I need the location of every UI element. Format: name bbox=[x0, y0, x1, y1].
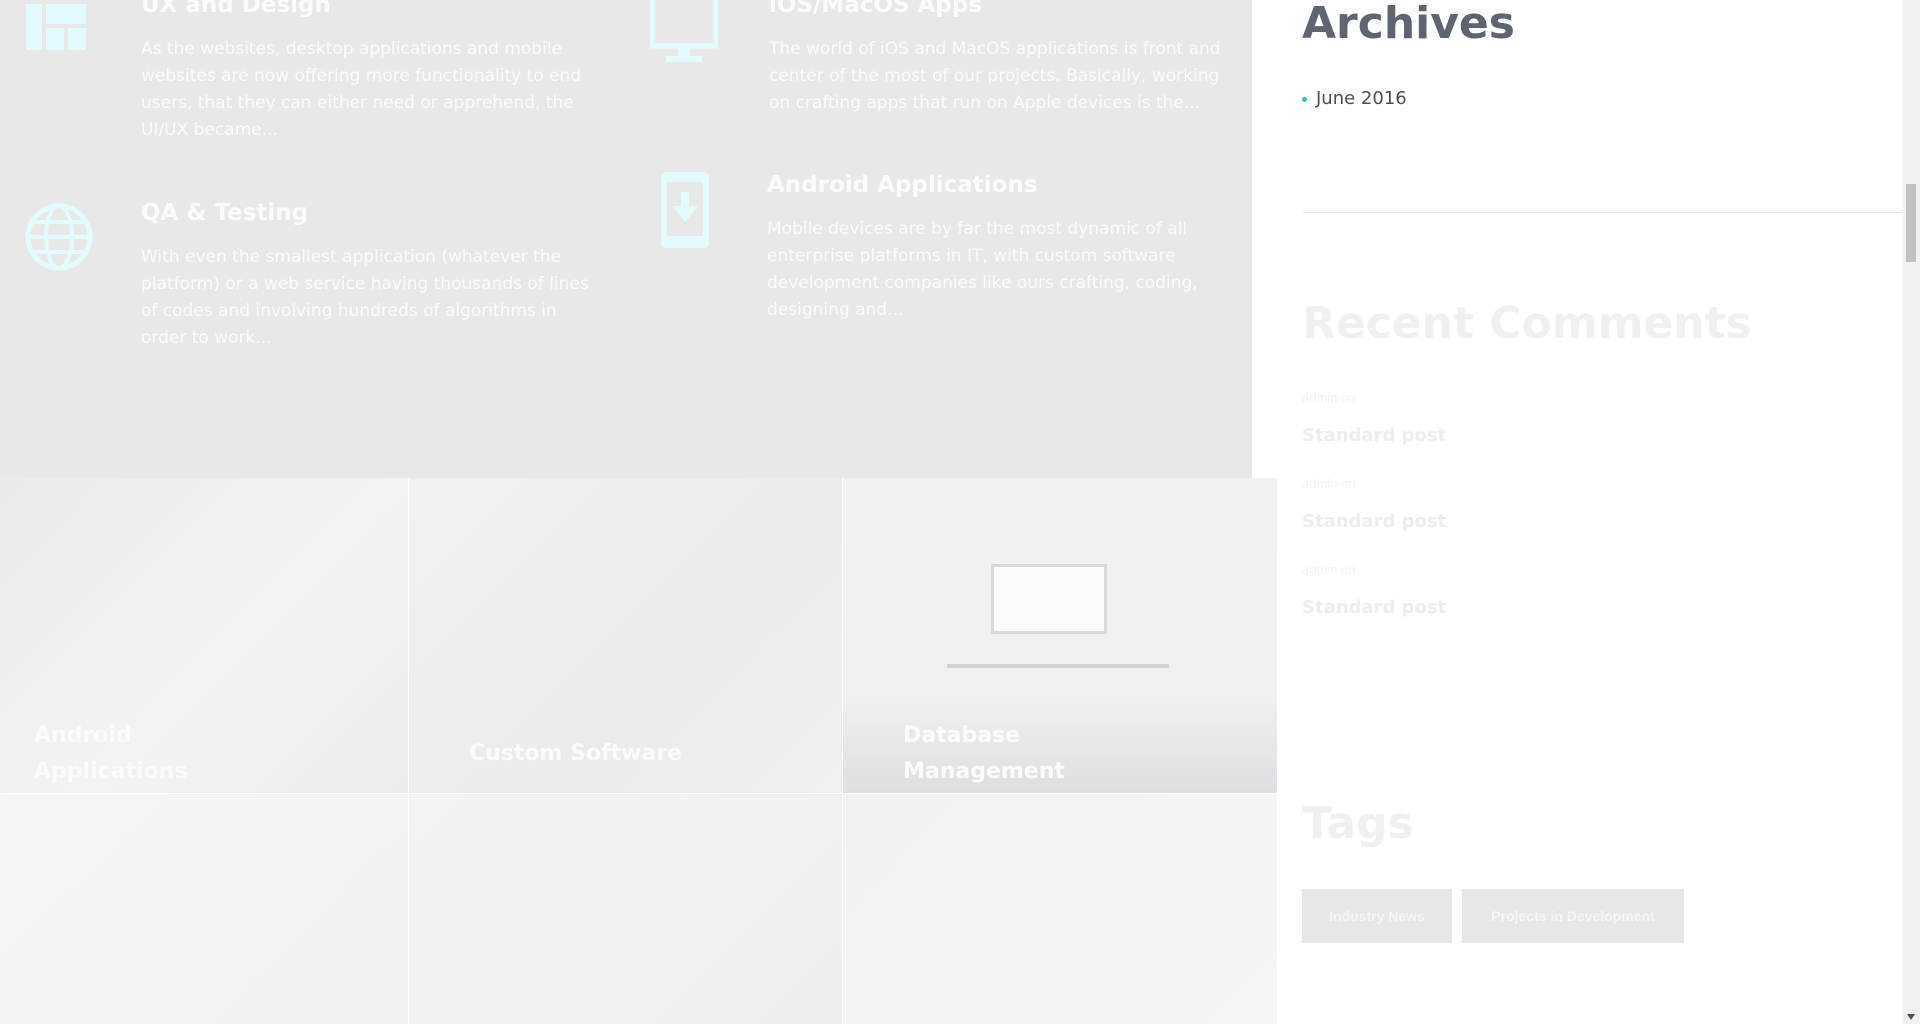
comment-meta: admin on bbox=[1302, 390, 1356, 405]
archives-heading: Archives bbox=[1302, 0, 1515, 49]
page-scrollbar[interactable] bbox=[1903, 0, 1920, 1024]
scrollbar-thumb[interactable] bbox=[1906, 184, 1916, 262]
service-qa-testing[interactable]: QA & Testing With even the smallest appl… bbox=[24, 200, 614, 360]
tile-title: Database Management bbox=[903, 723, 1065, 784]
service-text: With even the smallest application (what… bbox=[141, 247, 589, 348]
desk-illustration bbox=[947, 664, 1169, 668]
tag-industry-news[interactable]: Industry News bbox=[1302, 889, 1452, 943]
tag-projects-in-development[interactable]: Projects in Development bbox=[1462, 889, 1684, 943]
comment-meta: admin on bbox=[1302, 562, 1356, 577]
comment-link[interactable]: Standard post bbox=[1302, 511, 1446, 532]
tile-row2-3[interactable] bbox=[843, 794, 1277, 1024]
services-section: UX and Design As the websites, desktop a… bbox=[0, 0, 1252, 478]
scroll-down-icon[interactable] bbox=[1907, 1014, 1915, 1020]
service-title[interactable]: QA & Testing bbox=[141, 200, 308, 226]
tile-database-management[interactable]: Database Management bbox=[843, 478, 1277, 793]
divider bbox=[1302, 212, 1902, 213]
portfolio-tiles: Android Applications Custom Software Dat… bbox=[0, 478, 1277, 1024]
service-ios-macos[interactable]: iOS/MacOS Apps The world of iOS and MacO… bbox=[649, 0, 1240, 160]
service-title[interactable]: iOS/MacOS Apps bbox=[769, 0, 982, 18]
sidebar: Archives June 2016 Recent Comments admin… bbox=[1277, 0, 1920, 1024]
service-title[interactable]: UX and Design bbox=[141, 0, 331, 18]
tile-android-applications[interactable]: Android Applications bbox=[0, 478, 408, 793]
service-text: As the websites, desktop applications an… bbox=[141, 39, 582, 140]
tile-row2-2[interactable] bbox=[409, 794, 842, 1024]
globe-icon bbox=[24, 202, 94, 277]
download-phone-icon bbox=[660, 172, 710, 253]
service-android[interactable]: Android Applications Mobile devices are … bbox=[660, 172, 1250, 332]
tile-title: Custom Software bbox=[469, 741, 683, 766]
tags-heading: Tags bbox=[1302, 798, 1414, 849]
recent-comments-heading: Recent Comments bbox=[1302, 298, 1752, 349]
service-text: The world of iOS and MacOS applications … bbox=[769, 39, 1221, 113]
layout-icon bbox=[26, 0, 90, 59]
bullet-icon bbox=[1302, 96, 1307, 102]
monitor-illustration bbox=[991, 564, 1107, 634]
archive-label[interactable]: June 2016 bbox=[1316, 88, 1407, 109]
service-title[interactable]: Android Applications bbox=[767, 172, 1038, 198]
tile-row2-1[interactable] bbox=[0, 794, 408, 1024]
comment-link[interactable]: Standard post bbox=[1302, 597, 1446, 618]
service-text: Mobile devices are by far the most dynam… bbox=[767, 219, 1198, 320]
tile-title: Android Applications bbox=[34, 723, 188, 784]
monitor-icon bbox=[649, 0, 719, 75]
comment-meta: admin on bbox=[1302, 476, 1356, 491]
tile-custom-software[interactable]: Custom Software bbox=[409, 478, 842, 793]
comment-link[interactable]: Standard post bbox=[1302, 425, 1446, 446]
archive-link[interactable]: June 2016 bbox=[1302, 88, 1407, 109]
service-ux-design[interactable]: UX and Design As the websites, desktop a… bbox=[26, 0, 616, 160]
